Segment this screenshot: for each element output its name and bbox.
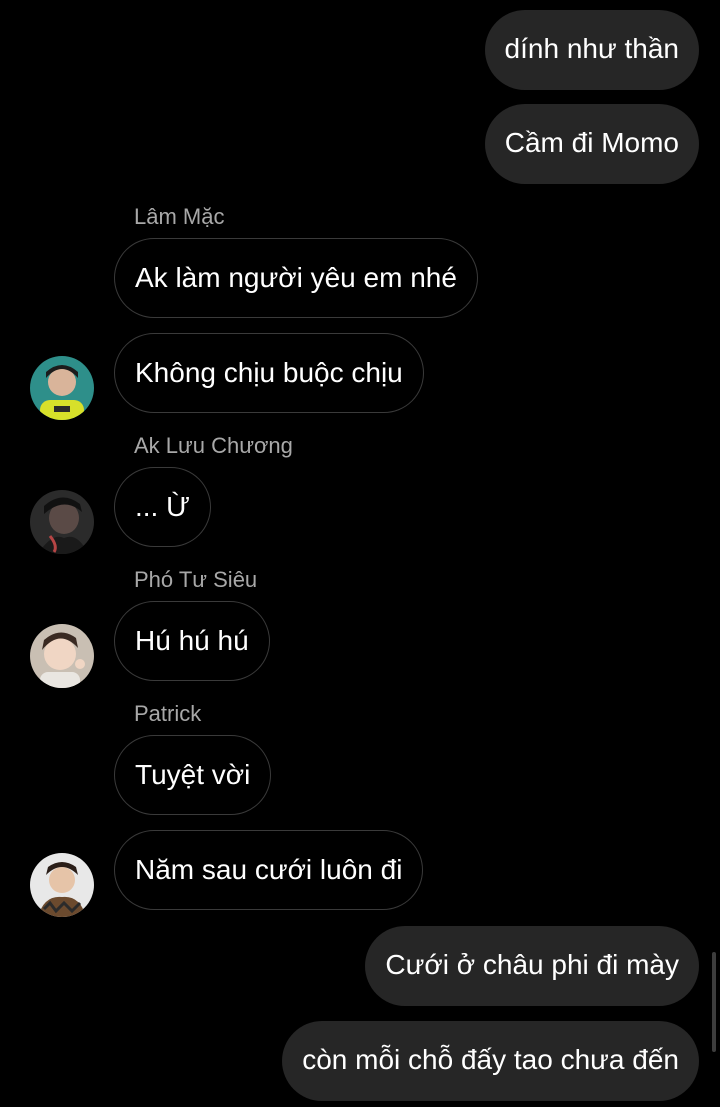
message-text: dính như thần xyxy=(504,33,679,64)
incoming-message-bubble[interactable]: ... Ừ xyxy=(114,467,212,547)
chat-thread[interactable]: dính như thần Cầm đi Momo Lâm Mặc Ak làm… xyxy=(0,0,720,1107)
sender-name: Ak Lưu Chương xyxy=(134,433,293,458)
avatar-patrick[interactable] xyxy=(30,853,94,917)
sender-name: Phó Tư Siêu xyxy=(134,567,258,592)
avatar-photo-icon xyxy=(30,853,94,917)
incoming-message-bubble[interactable]: Năm sau cưới luôn đi xyxy=(114,830,424,910)
message-text: Tuyệt vời xyxy=(135,759,251,790)
sender-name: Lâm Mặc xyxy=(134,204,225,229)
message-text: Năm sau cưới luôn đi xyxy=(135,854,403,885)
avatar-ak-luu-chuong[interactable] xyxy=(30,490,94,554)
avatar-photo-icon xyxy=(30,356,94,420)
message-text: Không chịu buộc chịu xyxy=(135,357,403,388)
message-text: còn mỗi chỗ đấy tao chưa đến xyxy=(302,1044,679,1075)
message-text: Hú hú hú xyxy=(135,625,249,656)
message-text: Cầm đi Momo xyxy=(504,127,679,158)
incoming-message-bubble[interactable]: Không chịu buộc chịu xyxy=(114,333,424,413)
avatar-pho-tu-sieu[interactable] xyxy=(30,624,94,688)
incoming-message-bubble[interactable]: Hú hú hú xyxy=(114,601,270,681)
scrollbar-thumb[interactable] xyxy=(712,952,716,1052)
avatar-photo-icon xyxy=(30,490,94,554)
message-text: ... Ừ xyxy=(135,491,191,522)
incoming-message-bubble[interactable]: Tuyệt vời xyxy=(114,735,272,815)
avatar-lam-mac[interactable] xyxy=(30,356,94,420)
outgoing-message-bubble[interactable]: Cầm đi Momo xyxy=(484,104,699,184)
outgoing-message-bubble[interactable]: còn mỗi chỗ đấy tao chưa đến xyxy=(282,1021,699,1101)
outgoing-message-bubble[interactable]: Cưới ở châu phi đi mày xyxy=(365,926,699,1006)
message-text: Ak làm người yêu em nhé xyxy=(135,262,457,293)
message-text: Cưới ở châu phi đi mày xyxy=(385,949,679,980)
incoming-message-bubble[interactable]: Ak làm người yêu em nhé xyxy=(114,238,478,318)
sender-name: Patrick xyxy=(134,701,202,726)
outgoing-message-bubble[interactable]: dính như thần xyxy=(484,10,699,90)
avatar-photo-icon xyxy=(30,624,94,688)
